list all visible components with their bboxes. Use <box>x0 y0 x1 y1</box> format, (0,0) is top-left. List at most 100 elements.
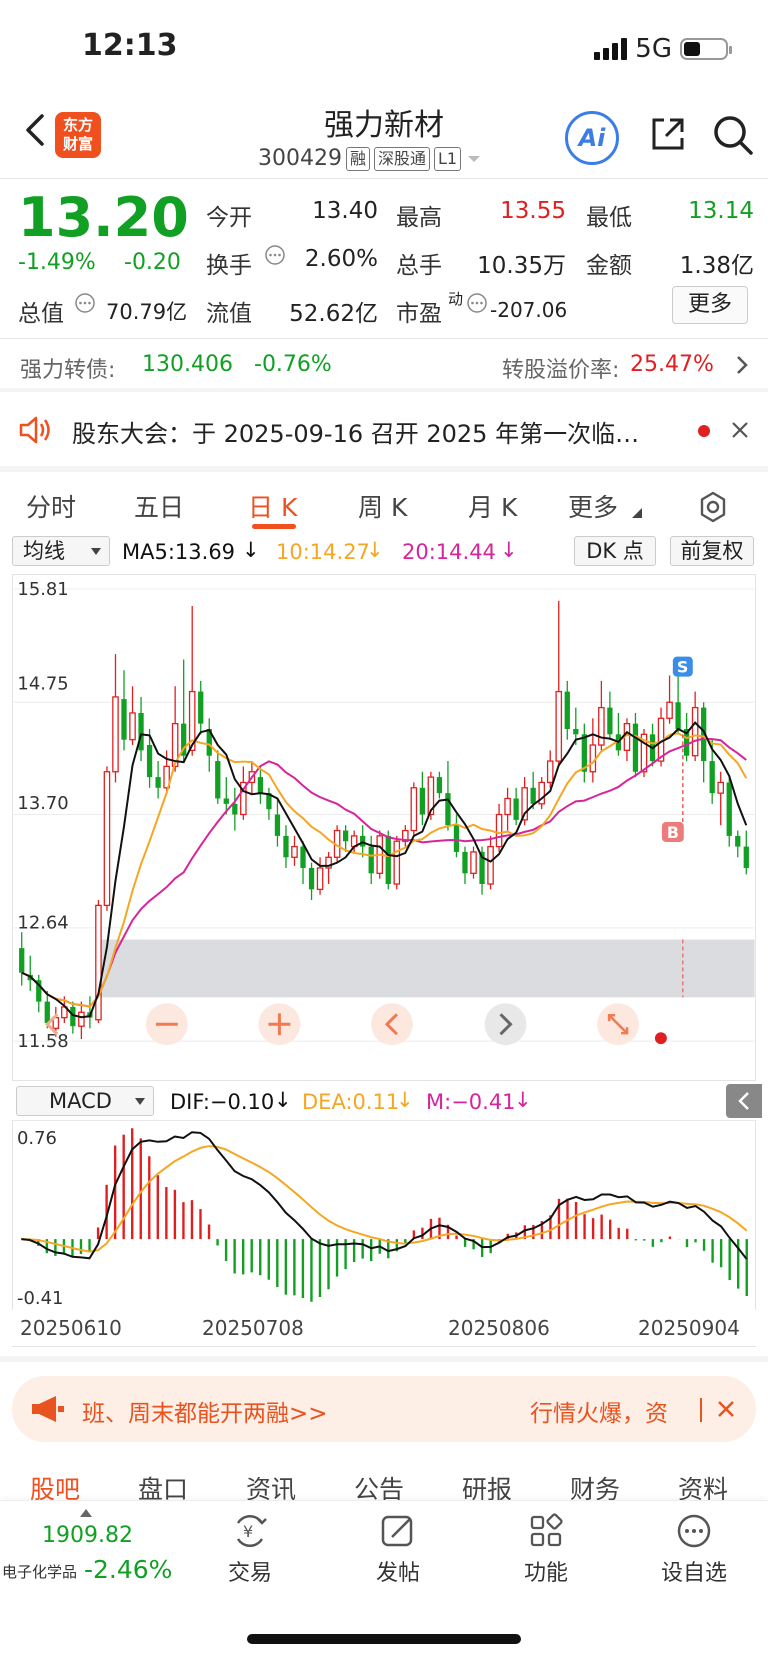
candle-body <box>410 787 418 832</box>
tab-active-underline <box>252 524 296 529</box>
candle-body <box>385 835 391 885</box>
share-icon[interactable] <box>648 114 688 154</box>
zoom-in-button[interactable] <box>258 1003 301 1046</box>
grid-apps-icon <box>530 1513 563 1547</box>
candle-body <box>564 691 570 729</box>
notice-row[interactable]: 股东大会：于 2025-09-16 召开 2025 年第一次临… <box>0 392 768 468</box>
ma-selector[interactable]: 均线 <box>12 536 110 566</box>
nav-functions[interactable]: 功能 <box>486 1513 606 1587</box>
chart-bottom-border <box>12 1346 756 1347</box>
date-label-4: 20250904 <box>638 1316 740 1340</box>
tab-monthly-k[interactable]: 月 K <box>468 488 517 524</box>
candle-body <box>598 706 605 746</box>
tab-more[interactable]: 更多 <box>568 488 618 524</box>
macd-chart[interactable]: 0.76 -0.41 <box>12 1120 756 1310</box>
candle-body <box>419 787 426 815</box>
ma5-down-arrow-icon: ↓ <box>242 538 260 562</box>
ai-button[interactable]: Ai <box>565 111 619 165</box>
turnover-label: 换手 <box>206 253 252 279</box>
promo-banner[interactable]: 班、周末都能开两融>> 行情火爆，资 <box>12 1376 756 1442</box>
info-icon[interactable] <box>74 292 96 314</box>
chart-tabs: 分时 五日 日 K 周 K 月 K 更多 <box>0 478 768 534</box>
candle-body <box>530 787 536 804</box>
candle-body <box>691 706 699 757</box>
info-icon[interactable] <box>466 292 488 314</box>
candle-body <box>470 851 477 874</box>
pe-superscript: 动 <box>448 290 464 308</box>
nav-add-watchlist[interactable]: 设自选 <box>634 1513 754 1587</box>
close-icon[interactable] <box>730 420 750 440</box>
high-value: 13.55 <box>500 198 566 224</box>
scroll-right-button[interactable] <box>484 1003 527 1046</box>
ma10-value: 10:14.27 <box>276 540 370 564</box>
tab-intraday[interactable]: 分时 <box>26 488 76 524</box>
candle-body <box>198 691 204 724</box>
dif-value: DIF:−0.10 <box>170 1090 275 1114</box>
macd-label-bottom: -0.41 <box>17 1288 63 1309</box>
candle-body <box>316 867 324 890</box>
low-label: 最低 <box>586 205 632 231</box>
settings-gear-icon[interactable] <box>696 490 730 524</box>
chevron-left-icon <box>738 1092 749 1110</box>
pe-label: 市盈 <box>396 301 442 327</box>
info-icon[interactable] <box>264 244 286 266</box>
info-tabs: 股吧 盘口 资讯 公告 研报 财务 资料 <box>0 1470 768 1504</box>
nav-post[interactable]: 发帖 <box>338 1513 458 1587</box>
tab-daily-k[interactable]: 日 K <box>248 488 297 524</box>
tab-five-day[interactable]: 五日 <box>134 488 184 524</box>
candle-body <box>726 782 732 836</box>
date-label-1: 20250610 <box>20 1316 122 1340</box>
kline-chart[interactable]: 15.81 14.75 13.70 12.64 11.58 S B <box>12 574 756 1081</box>
svg-text:B: B <box>667 823 679 842</box>
quote-divider <box>0 338 768 339</box>
candle-body <box>546 760 554 784</box>
bond-name: 强力转债: <box>20 358 116 383</box>
dk-button[interactable]: DK 点 <box>574 536 656 566</box>
dropdown-triangle-icon <box>91 548 101 555</box>
convertible-bond-row[interactable]: 强力转债: 130.406 -0.76% 转股溢价率: 25.47% <box>0 340 768 388</box>
amount-value: 1.38亿 <box>679 253 754 279</box>
candle-body <box>675 702 681 729</box>
low-value: 13.14 <box>688 198 754 224</box>
candle-body <box>436 777 443 794</box>
float-label: 流值 <box>206 301 252 327</box>
adjust-button[interactable]: 前复权 <box>670 536 754 566</box>
fullscreen-button[interactable] <box>597 1003 639 1046</box>
date-axis: 20250610 20250708 20250806 20250904 <box>12 1316 756 1346</box>
candle-body <box>283 835 289 858</box>
ma5-value: MA5:13.69 <box>122 540 236 564</box>
scroll-left-button[interactable] <box>371 1003 413 1046</box>
sector-index-widget[interactable]: 1909.82 电子化学品 -2.46% <box>0 1501 186 1611</box>
stock-subtitle[interactable]: 300429 融 深股通 L1 <box>258 146 483 171</box>
banner-separator <box>700 1398 702 1422</box>
zoom-out-button[interactable] <box>145 1003 188 1046</box>
more-dots-icon <box>677 1514 711 1548</box>
sell-marker[interactable]: S <box>672 656 693 677</box>
home-indicator <box>247 1634 521 1644</box>
candle-body <box>95 904 102 1021</box>
candle-body <box>342 830 349 842</box>
tab-weekly-k[interactable]: 周 K <box>358 488 407 524</box>
dea-line <box>21 1145 748 1253</box>
candle-body <box>232 803 238 815</box>
nav-trade[interactable]: ¥ 交易 <box>190 1513 310 1587</box>
candle-body <box>274 814 281 836</box>
notice-text: 股东大会：于 2025-09-16 召开 2025 年第一次临… <box>72 420 640 448</box>
close-icon[interactable] <box>716 1399 736 1419</box>
candle-body <box>44 1001 50 1023</box>
collapse-panel-button[interactable] <box>726 1084 762 1118</box>
macd-selector[interactable]: MACD <box>16 1086 154 1116</box>
open-label: 今开 <box>206 205 252 231</box>
search-icon[interactable] <box>712 114 754 156</box>
banner-text-right: 行情火爆，资 <box>530 1401 668 1427</box>
candle-body <box>462 851 468 874</box>
buy-marker[interactable]: B <box>661 822 684 842</box>
up-triangle-icon <box>80 1509 92 1517</box>
candle-body <box>709 761 715 794</box>
date-label-3: 20250806 <box>448 1316 550 1340</box>
connect-tag: 深股通 <box>374 146 431 171</box>
more-button[interactable]: 更多 <box>672 286 748 324</box>
candle-body <box>129 712 136 741</box>
m-value: M:−0.41 <box>426 1090 516 1114</box>
date-label-2: 20250708 <box>202 1316 304 1340</box>
